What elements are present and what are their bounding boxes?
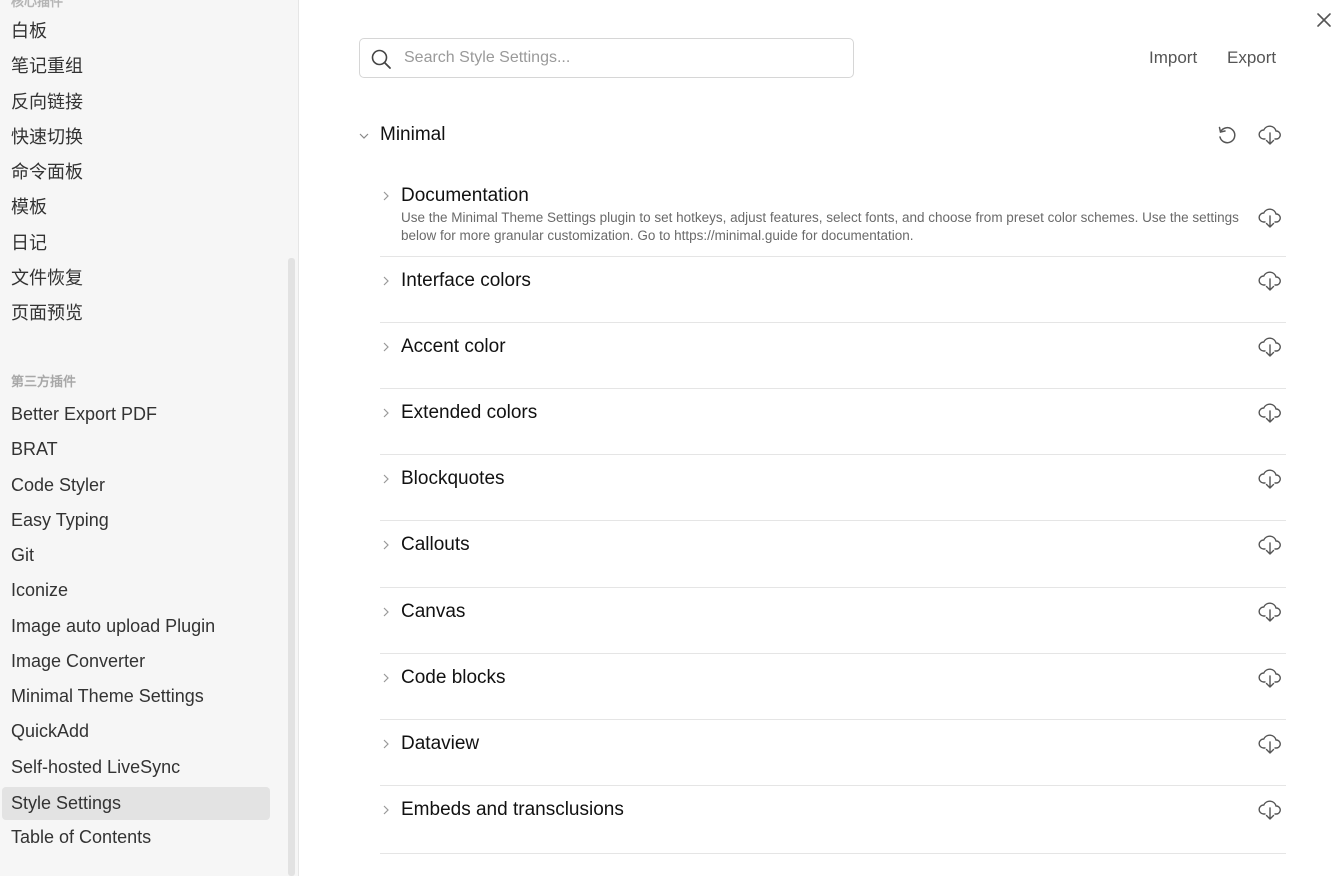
export-section-button[interactable]: [1257, 731, 1283, 757]
download-cloud-icon: [1258, 207, 1282, 229]
sidebar-item-image-converter[interactable]: Image Converter: [2, 645, 270, 678]
section-description: Use the Minimal Theme Settings plugin to…: [401, 210, 1239, 243]
chevron-right-icon[interactable]: [380, 473, 392, 485]
section-blockquotes[interactable]: Blockquotes: [380, 455, 1286, 521]
sidebar-item-table-of-contents[interactable]: Table of Contents: [2, 821, 270, 854]
close-button[interactable]: [1312, 8, 1336, 32]
section-title: Blockquotes: [401, 468, 505, 489]
section-code-blocks[interactable]: Code blocks: [380, 654, 1286, 720]
sidebar-item-brat[interactable]: BRAT: [2, 433, 270, 466]
chevron-right-icon[interactable]: [380, 804, 392, 816]
sidebar-item-canvas[interactable]: 白板: [2, 15, 270, 48]
section-documentation[interactable]: Documentation Use the Minimal Theme Setti…: [380, 175, 1286, 257]
sidebar-item-note-composer[interactable]: 笔记重组: [2, 50, 270, 83]
section-title: Embeds and transclusions: [401, 799, 624, 820]
sidebar-item-quickadd[interactable]: QuickAdd: [2, 715, 270, 748]
section-accent-color[interactable]: Accent color: [380, 323, 1286, 389]
sidebar-item-command-palette[interactable]: 命令面板: [2, 156, 270, 189]
section-canvas[interactable]: Canvas: [380, 588, 1286, 654]
export-section-button[interactable]: [1257, 268, 1283, 294]
sidebar-item-templates[interactable]: 模板: [2, 191, 270, 224]
sidebar-item-minimal-theme-settings[interactable]: Minimal Theme Settings: [2, 680, 270, 713]
download-cloud-icon: [1258, 402, 1282, 424]
core-plugins-heading: 核心插件: [11, 0, 64, 9]
search-field: [359, 38, 854, 78]
close-icon: [1316, 12, 1332, 28]
chevron-right-icon[interactable]: [380, 190, 392, 202]
download-cloud-icon: [1258, 336, 1282, 358]
section-extended-colors[interactable]: Extended colors: [380, 389, 1286, 455]
reset-button[interactable]: [1214, 122, 1240, 148]
download-cloud-icon: [1258, 667, 1282, 689]
export-section-button[interactable]: [1257, 665, 1283, 691]
download-cloud-icon: [1258, 601, 1282, 623]
export-section-button[interactable]: [1257, 205, 1283, 231]
download-cloud-icon: [1258, 270, 1282, 292]
export-theme-button[interactable]: [1257, 122, 1283, 148]
search-icon: [370, 48, 392, 70]
section-title: Accent color: [401, 336, 506, 357]
sidebar-item-code-styler[interactable]: Code Styler: [2, 469, 270, 502]
section-title: Canvas: [401, 601, 466, 622]
export-section-button[interactable]: [1257, 532, 1283, 558]
search-input[interactable]: [404, 39, 844, 77]
download-cloud-icon: [1258, 124, 1282, 146]
sidebar-item-git[interactable]: Git: [2, 539, 270, 572]
sidebar-item-quick-switcher[interactable]: 快速切换: [2, 121, 270, 154]
sidebar-item-easy-typing[interactable]: Easy Typing: [2, 504, 270, 537]
export-section-button[interactable]: [1257, 797, 1283, 823]
export-section-button[interactable]: [1257, 466, 1283, 492]
sidebar-item-image-auto-upload[interactable]: Image auto upload Plugin: [2, 610, 270, 643]
download-cloud-icon: [1258, 468, 1282, 490]
export-button[interactable]: Export: [1227, 48, 1276, 68]
section-interface-colors[interactable]: Interface colors: [380, 257, 1286, 323]
settings-modal: 核心插件 白板 笔记重组 反向链接 快速切换 命令面板 模板 日记 文件恢复 页…: [0, 0, 1338, 876]
sidebar-item-page-preview[interactable]: 页面预览: [2, 297, 270, 330]
section-title: Code blocks: [401, 667, 506, 688]
sidebar-item-better-export-pdf[interactable]: Better Export PDF: [2, 398, 270, 431]
sidebar-scrollbar[interactable]: [288, 258, 295, 876]
chevron-right-icon[interactable]: [380, 341, 392, 353]
download-cloud-icon: [1258, 534, 1282, 556]
theme-title[interactable]: Minimal: [380, 124, 445, 146]
third-party-plugins-heading: 第三方插件: [11, 374, 77, 389]
reset-icon: [1216, 124, 1238, 146]
chevron-right-icon[interactable]: [380, 539, 392, 551]
section-title: Callouts: [401, 534, 470, 555]
export-section-button[interactable]: [1257, 599, 1283, 625]
sidebar-item-file-recovery[interactable]: 文件恢复: [2, 262, 270, 295]
chevron-right-icon[interactable]: [380, 672, 392, 684]
chevron-right-icon[interactable]: [380, 738, 392, 750]
section-title: Documentation: [401, 185, 529, 206]
chevron-right-icon[interactable]: [380, 606, 392, 618]
settings-sidebar: 核心插件 白板 笔记重组 反向链接 快速切换 命令面板 模板 日记 文件恢复 页…: [0, 0, 299, 876]
sidebar-item-backlinks[interactable]: 反向链接: [2, 86, 270, 119]
section-dataview[interactable]: Dataview: [380, 720, 1286, 786]
import-button[interactable]: Import: [1149, 48, 1197, 68]
chevron-down-icon[interactable]: [358, 130, 370, 142]
chevron-right-icon[interactable]: [380, 407, 392, 419]
section-title: Extended colors: [401, 402, 538, 423]
section-callouts[interactable]: Callouts: [380, 521, 1286, 588]
export-section-button[interactable]: [1257, 334, 1283, 360]
section-title: Interface colors: [401, 270, 531, 291]
sidebar-item-style-settings[interactable]: Style Settings: [2, 787, 270, 820]
sidebar-item-daily-notes[interactable]: 日记: [2, 227, 270, 260]
sidebar-item-self-hosted-livesync[interactable]: Self-hosted LiveSync: [2, 751, 270, 784]
section-embeds-and-transclusions[interactable]: Embeds and transclusions: [380, 786, 1286, 854]
section-title: Dataview: [401, 733, 480, 754]
download-cloud-icon: [1258, 799, 1282, 821]
download-cloud-icon: [1258, 733, 1282, 755]
export-section-button[interactable]: [1257, 400, 1283, 426]
chevron-right-icon[interactable]: [380, 275, 392, 287]
sidebar-item-iconize[interactable]: Iconize: [2, 574, 270, 607]
